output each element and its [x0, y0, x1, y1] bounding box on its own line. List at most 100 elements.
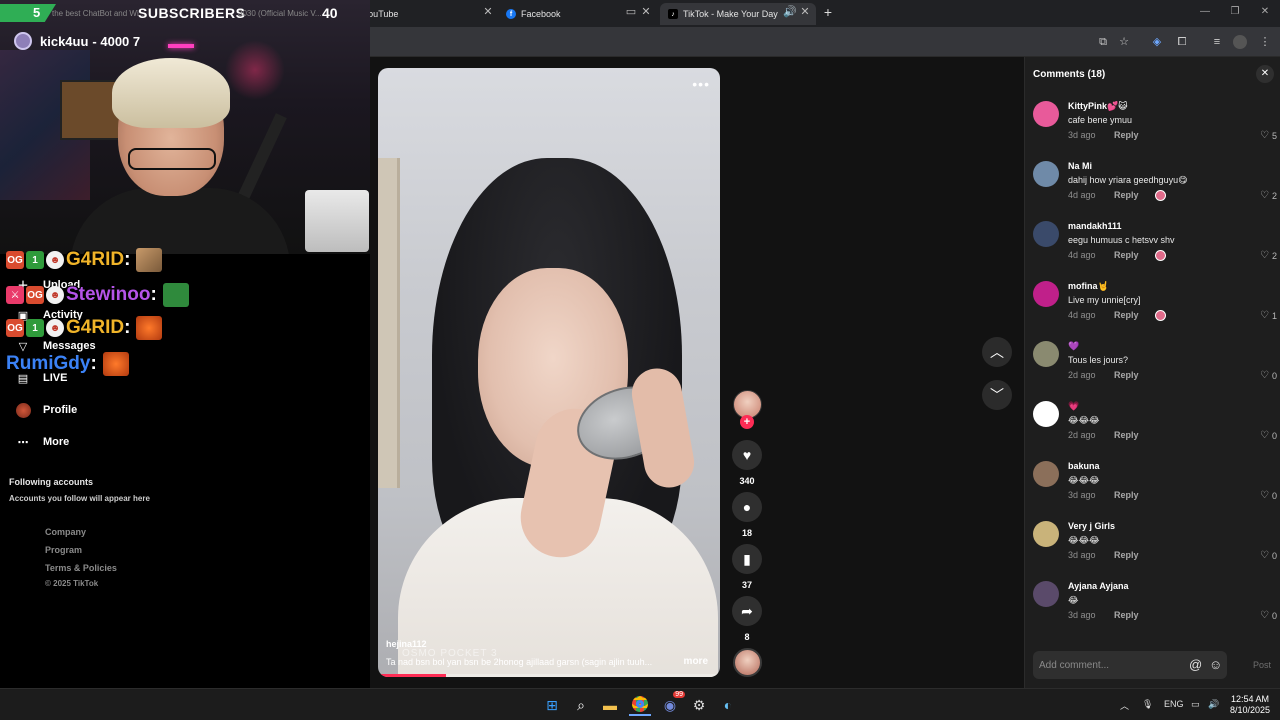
discord-icon[interactable]: ◉ 99	[659, 691, 685, 716]
commenter-avatar[interactable]	[1033, 101, 1059, 127]
sidebar-item-profile[interactable]: Profile	[14, 402, 77, 418]
og-badge-icon: OG	[6, 319, 24, 337]
music-disc-avatar[interactable]	[733, 648, 762, 677]
clock-time: 12:54 AM	[1230, 694, 1270, 704]
file-explorer-icon[interactable]: ▬	[599, 694, 621, 716]
close-icon[interactable]: ✕	[481, 5, 495, 19]
commenter-name[interactable]: Ayjana Ayjana	[1068, 581, 1129, 591]
close-icon[interactable]: ✕	[639, 5, 653, 19]
follow-plus-icon[interactable]: +	[740, 415, 754, 429]
reply-button[interactable]: Reply	[1114, 190, 1139, 200]
save-button[interactable]: ▮	[732, 544, 762, 574]
chat-emote-image	[136, 248, 163, 272]
commenter-name[interactable]: KittyPink💕😺	[1068, 101, 1128, 112]
comment-like-button[interactable]: ♡ 2	[1260, 190, 1277, 201]
speaker-icon[interactable]: 🔊	[783, 5, 797, 19]
media-controls-icon[interactable]: ≡	[1210, 35, 1224, 49]
commenter-name[interactable]: mofina🤘	[1068, 281, 1109, 292]
new-tab-button[interactable]: +	[821, 5, 835, 19]
reply-button[interactable]: Reply	[1114, 250, 1139, 260]
volume-icon[interactable]: 🔊	[1208, 699, 1219, 710]
commenter-avatar[interactable]	[1033, 401, 1059, 427]
comment-like-button[interactable]: ♡ 0	[1260, 610, 1277, 621]
caption-more-button[interactable]: more	[684, 656, 708, 667]
extensions-puzzle-icon[interactable]: ⧠	[1175, 35, 1189, 49]
comment-like-button[interactable]: ♡ 5	[1260, 130, 1277, 141]
video-options-icon[interactable]: •••	[692, 76, 710, 92]
commenter-avatar[interactable]	[1033, 461, 1059, 487]
tray-overflow-icon[interactable]: ︿	[1120, 699, 1129, 712]
network-icon[interactable]: ▭	[1191, 699, 1200, 710]
microphone-icon[interactable]: 🎙	[1142, 699, 1153, 710]
reply-button[interactable]: Reply	[1114, 130, 1139, 140]
install-app-icon[interactable]: ⧉	[1096, 35, 1110, 49]
comment-input[interactable]	[1039, 657, 1179, 673]
like-button[interactable]: ♥	[732, 440, 762, 470]
reply-button[interactable]: Reply	[1114, 370, 1139, 380]
commenter-avatar[interactable]	[1033, 521, 1059, 547]
comment-button[interactable]: ●	[732, 492, 762, 522]
commenter-avatar[interactable]	[1033, 161, 1059, 187]
reply-button[interactable]: Reply	[1114, 430, 1139, 440]
previous-video-button[interactable]: ︿	[982, 337, 1012, 367]
close-comments-button[interactable]: ✕	[1256, 65, 1274, 83]
minimize-icon[interactable]: —	[1190, 6, 1220, 17]
mask-badge-icon: ☻	[46, 286, 64, 304]
sidebar-item-label: Messages	[43, 340, 96, 352]
steam-icon[interactable]: ◐	[717, 694, 739, 716]
emoji-icon[interactable]: ☺	[1209, 657, 1222, 672]
media-icon[interactable]: ▭	[624, 5, 638, 19]
comment-like-button[interactable]: ♡ 0	[1260, 430, 1277, 441]
comment-like-button[interactable]: ♡ 0	[1260, 550, 1277, 561]
commenter-name[interactable]: mandakh111	[1068, 221, 1122, 231]
post-button[interactable]: Post	[1253, 660, 1271, 670]
video-creator[interactable]: hejina112	[386, 639, 427, 649]
reply-button[interactable]: Reply	[1114, 490, 1139, 500]
restore-icon[interactable]: ❐	[1220, 6, 1250, 17]
comment-like-button[interactable]: ♡ 2	[1260, 250, 1277, 261]
system-clock[interactable]: 12:54 AM 8/10/2025	[1226, 694, 1274, 716]
video-progress-track[interactable]	[378, 674, 720, 677]
footer-link-program[interactable]: Program	[45, 545, 82, 555]
footer-link-terms[interactable]: Terms & Policies	[45, 563, 117, 573]
commenter-name[interactable]: 💗	[1068, 401, 1079, 412]
windows-start-icon[interactable]: ⊞	[541, 694, 563, 716]
facebook-favicon-icon: f	[506, 9, 516, 19]
commenter-avatar[interactable]	[1033, 221, 1059, 247]
video-player[interactable]: ••• OSMO POCKET 3 hejina112 Ta nad bsn b…	[378, 68, 720, 677]
commenter-avatar[interactable]	[1033, 281, 1059, 307]
sidebar-item-more[interactable]: ⋯ More	[14, 434, 70, 450]
reply-button[interactable]: Reply	[1114, 610, 1139, 620]
comment-like-button[interactable]: ♡ 1	[1260, 310, 1277, 321]
commenter-avatar[interactable]	[1033, 581, 1059, 607]
chrome-icon[interactable]	[629, 694, 651, 716]
extension-icon[interactable]: ◈	[1150, 35, 1164, 49]
menu-kebab-icon[interactable]: ⋮	[1258, 35, 1272, 49]
language-indicator[interactable]: ENG	[1164, 699, 1184, 709]
window-close-icon[interactable]: ✕	[1250, 6, 1280, 17]
reply-button[interactable]: Reply	[1114, 310, 1139, 320]
close-icon[interactable]: ✕	[798, 5, 812, 19]
commenter-avatar[interactable]	[1033, 341, 1059, 367]
commenter-name[interactable]: Na Mi	[1068, 161, 1092, 171]
tab-youtube[interactable]: ▶ YouTube	[348, 3, 498, 25]
footer-link-company[interactable]: Company	[45, 527, 86, 537]
commenter-name[interactable]: 💜	[1068, 341, 1079, 352]
app-icon[interactable]: ⚙	[688, 694, 710, 716]
next-video-button[interactable]: ﹀	[982, 380, 1012, 410]
comment-like-button[interactable]: ♡ 0	[1260, 370, 1277, 381]
bookmark-star-icon[interactable]: ☆	[1117, 35, 1131, 49]
share-button[interactable]: ➦	[732, 596, 762, 626]
sub-count: 5	[0, 4, 56, 22]
reply-button[interactable]: Reply	[1114, 550, 1139, 560]
commenter-name[interactable]: Very j Girls	[1068, 521, 1115, 531]
search-icon[interactable]: ⌕	[570, 694, 592, 716]
commenter-name[interactable]: bakuna	[1068, 461, 1100, 471]
profile-avatar-icon[interactable]	[1233, 35, 1247, 49]
chat-emote-orange	[136, 316, 163, 340]
comment-text: 😂	[1068, 595, 1079, 605]
comment-input-box[interactable]: @ ☺	[1033, 651, 1227, 679]
chat-username: G4RID	[66, 317, 125, 338]
mention-icon[interactable]: @	[1189, 657, 1202, 672]
comment-like-button[interactable]: ♡ 0	[1260, 490, 1277, 501]
